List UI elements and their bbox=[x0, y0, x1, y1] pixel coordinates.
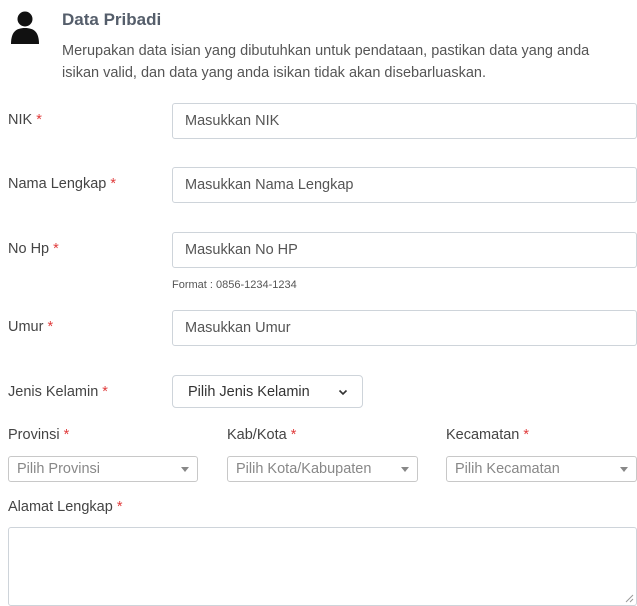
kota-select-value: Pilih Kota/Kabupaten bbox=[236, 461, 372, 477]
required-marker: * bbox=[47, 319, 54, 335]
caret-down-icon bbox=[401, 466, 409, 472]
nohp-label-text: No Hp bbox=[8, 241, 50, 257]
kecamatan-label: Kecamatan * bbox=[446, 427, 529, 443]
required-marker: * bbox=[53, 241, 59, 257]
nama-label: Nama Lengkap * bbox=[8, 176, 116, 192]
nik-input[interactable] bbox=[172, 103, 637, 139]
nohp-input[interactable] bbox=[172, 232, 637, 268]
gender-label-text: Jenis Kelamin bbox=[8, 384, 99, 400]
section-description: Merupakan data isian yang dibutuhkan unt… bbox=[62, 43, 590, 81]
kota-label: Kab/Kota * bbox=[227, 427, 296, 443]
provinsi-label: Provinsi * bbox=[8, 427, 69, 443]
provinsi-label-text: Provinsi bbox=[8, 427, 60, 443]
umur-input[interactable] bbox=[172, 310, 637, 346]
alamat-label-text: Alamat Lengkap bbox=[8, 499, 113, 515]
umur-label-text: Umur bbox=[8, 319, 44, 335]
person-icon bbox=[11, 11, 39, 44]
kecamatan-select-value: Pilih Kecamatan bbox=[455, 461, 560, 477]
section-header: Data Pribadi Merupakan data isian yang d… bbox=[0, 0, 637, 100]
nohp-format-hint: Format : 0856-1234-1234 bbox=[172, 279, 297, 291]
alamat-textarea[interactable] bbox=[8, 527, 637, 606]
chevron-down-icon bbox=[338, 389, 348, 395]
provinsi-select-value: Pilih Provinsi bbox=[17, 461, 100, 477]
required-marker: * bbox=[523, 427, 530, 443]
required-marker: * bbox=[36, 112, 42, 128]
caret-down-icon bbox=[181, 466, 189, 472]
nama-label-text: Nama Lengkap bbox=[8, 176, 107, 192]
alamat-label: Alamat Lengkap * bbox=[8, 499, 122, 515]
section-title: Data Pribadi bbox=[62, 10, 162, 29]
required-marker: * bbox=[290, 427, 297, 443]
kecamatan-select[interactable]: Pilih Kecamatan bbox=[446, 456, 637, 482]
required-marker: * bbox=[63, 427, 70, 443]
gender-select-value: Pilih Jenis Kelamin bbox=[188, 383, 310, 400]
kota-label-text: Kab/Kota bbox=[227, 427, 287, 443]
kecamatan-label-text: Kecamatan bbox=[446, 427, 520, 443]
caret-down-icon bbox=[620, 466, 628, 472]
nik-label-text: NIK bbox=[8, 112, 33, 128]
nohp-label: No Hp * bbox=[8, 241, 59, 257]
provinsi-select[interactable]: Pilih Provinsi bbox=[8, 456, 198, 482]
required-marker: * bbox=[116, 499, 123, 515]
kota-select[interactable]: Pilih Kota/Kabupaten bbox=[227, 456, 418, 482]
umur-label: Umur * bbox=[8, 319, 53, 335]
resize-grip-icon[interactable] bbox=[625, 594, 634, 603]
nik-label: NIK * bbox=[8, 112, 42, 128]
nama-lengkap-input[interactable] bbox=[172, 167, 637, 203]
gender-label: Jenis Kelamin * bbox=[8, 384, 108, 400]
required-marker: * bbox=[110, 176, 117, 192]
required-marker: * bbox=[102, 384, 108, 400]
gender-select[interactable]: Pilih Jenis Kelamin bbox=[172, 375, 363, 408]
